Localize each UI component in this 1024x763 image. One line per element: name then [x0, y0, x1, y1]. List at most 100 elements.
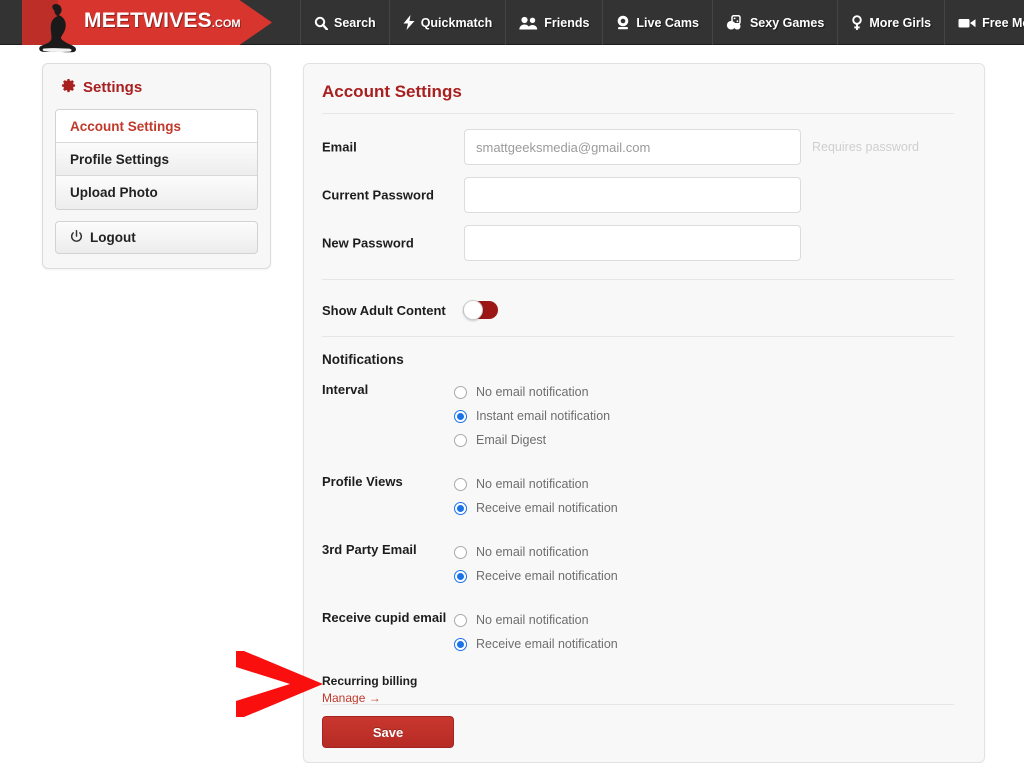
radio-options: No email notification Receive email noti… [454, 608, 618, 656]
field-row-new-password: New Password [322, 225, 962, 261]
sidebar-heading: Settings [55, 76, 258, 109]
friends-icon [519, 16, 538, 30]
dice-icon [726, 15, 744, 30]
toggle-divider [322, 336, 954, 337]
email-input[interactable] [464, 129, 801, 165]
nav-item-search[interactable]: Search [300, 0, 390, 45]
sidebar-item-account-settings[interactable]: Account Settings [56, 110, 257, 143]
radio-option-label: No email notification [476, 477, 589, 491]
billing-divider [322, 704, 954, 705]
site-logo[interactable]: MEETWIVES.COM [0, 0, 300, 45]
account-settings-panel: Account Settings Email Requires password… [303, 63, 985, 763]
logo-dotcom: .COM [212, 18, 241, 30]
toggle-knob [463, 300, 483, 320]
new-password-label: New Password [322, 236, 414, 251]
radio-option[interactable]: Email Digest [454, 428, 610, 452]
adult-content-label: Show Adult Content [322, 303, 446, 318]
radio-option-label: Receive email notification [476, 637, 618, 651]
radio-option[interactable]: Receive email notification [454, 632, 618, 656]
nav-label: Friends [544, 16, 589, 30]
save-button[interactable]: Save [322, 716, 454, 748]
radio-options: No email notification Receive email noti… [454, 472, 618, 520]
notifications-heading: Notifications [322, 352, 404, 367]
radio-options: No email notification Instant email noti… [454, 380, 610, 452]
recurring-billing-label: Recurring billing [322, 674, 417, 688]
top-navigation-bar: MEETWIVES.COM Search Quickmatch Friends … [0, 0, 1024, 45]
gear-icon [61, 78, 76, 97]
radio-button[interactable] [454, 478, 467, 491]
radio-button[interactable] [454, 614, 467, 627]
radio-button[interactable] [454, 546, 467, 559]
current-password-input[interactable] [464, 177, 801, 213]
nav-item-live-cams[interactable]: Live Cams [603, 0, 713, 45]
adult-content-toggle[interactable] [463, 301, 498, 319]
new-password-input[interactable] [464, 225, 801, 261]
radio-option[interactable]: No email notification [454, 472, 618, 496]
webcam-icon [616, 15, 630, 30]
nav-item-sexy-games[interactable]: Sexy Games [713, 0, 838, 45]
radio-option-label: No email notification [476, 545, 589, 559]
manage-billing-link[interactable]: Manage → [322, 691, 417, 705]
sidebar-item-profile-settings[interactable]: Profile Settings [56, 143, 257, 176]
radio-option[interactable]: No email notification [454, 608, 618, 632]
radio-option-label: Receive email notification [476, 501, 618, 515]
radio-option[interactable]: Instant email notification [454, 404, 610, 428]
current-password-label: Current Password [322, 188, 434, 203]
nav-label: Search [334, 16, 376, 30]
logout-button[interactable]: Logout [55, 221, 258, 254]
sidebar-item-label: Profile Settings [70, 152, 169, 167]
nav-item-friends[interactable]: Friends [506, 0, 603, 45]
radio-button[interactable] [454, 386, 467, 399]
radio-button-selected[interactable] [454, 570, 467, 583]
email-label: Email [322, 140, 357, 155]
female-symbol-icon [851, 15, 863, 31]
nav-item-quickmatch[interactable]: Quickmatch [390, 0, 507, 45]
radio-group-label: 3rd Party Email [322, 542, 417, 557]
video-camera-icon [958, 17, 976, 29]
nav-label: More Girls [869, 16, 931, 30]
radio-option[interactable]: No email notification [454, 540, 618, 564]
nav-item-free-movies[interactable]: Free Movies [945, 0, 1024, 45]
sidebar-heading-label: Settings [83, 79, 142, 96]
sidebar-item-label: Upload Photo [70, 185, 158, 200]
radio-option[interactable]: No email notification [454, 380, 610, 404]
radio-options: No email notification Receive email noti… [454, 540, 618, 588]
nav-items-container: Search Quickmatch Friends Live Cams Sexy… [300, 0, 1024, 45]
radio-option-label: No email notification [476, 385, 589, 399]
radio-button-selected[interactable] [454, 502, 467, 515]
power-icon [70, 230, 83, 246]
field-row-current-password: Current Password [322, 177, 962, 213]
recurring-billing-section: Recurring billing Manage → [322, 674, 417, 705]
radio-button-selected[interactable] [454, 410, 467, 423]
radio-option-label: Email Digest [476, 433, 546, 447]
radio-option-label: No email notification [476, 613, 589, 627]
settings-sidebar: Settings Account Settings Profile Settin… [42, 63, 271, 269]
radio-group-label: Receive cupid email [322, 610, 446, 625]
logo-text: MEETWIVES.COM [84, 9, 241, 33]
adult-content-row: Show Adult Content [322, 301, 498, 319]
radio-group-label: Interval [322, 382, 368, 397]
logout-label: Logout [90, 230, 136, 245]
woman-silhouette-icon [34, 2, 80, 56]
field-row-email: Email Requires password [322, 129, 962, 165]
title-divider [322, 113, 954, 114]
page-title: Account Settings [322, 82, 462, 102]
passwords-divider [322, 279, 954, 280]
nav-label: Free Movies [982, 16, 1024, 30]
sidebar-nav-group: Account Settings Profile Settings Upload… [55, 109, 258, 210]
radio-option-label: Instant email notification [476, 409, 610, 423]
search-icon [314, 16, 328, 30]
email-hint: Requires password [812, 140, 919, 154]
radio-button-selected[interactable] [454, 638, 467, 651]
sidebar-item-upload-photo[interactable]: Upload Photo [56, 176, 257, 209]
radio-button[interactable] [454, 434, 467, 447]
nav-item-more-girls[interactable]: More Girls [838, 0, 945, 45]
radio-option[interactable]: Receive email notification [454, 496, 618, 520]
nav-label: Sexy Games [750, 16, 824, 30]
lightning-bolt-icon [403, 15, 415, 30]
sidebar-item-label: Account Settings [70, 119, 181, 134]
nav-label: Live Cams [636, 16, 699, 30]
radio-option[interactable]: Receive email notification [454, 564, 618, 588]
radio-option-label: Receive email notification [476, 569, 618, 583]
radio-group-label: Profile Views [322, 474, 403, 489]
